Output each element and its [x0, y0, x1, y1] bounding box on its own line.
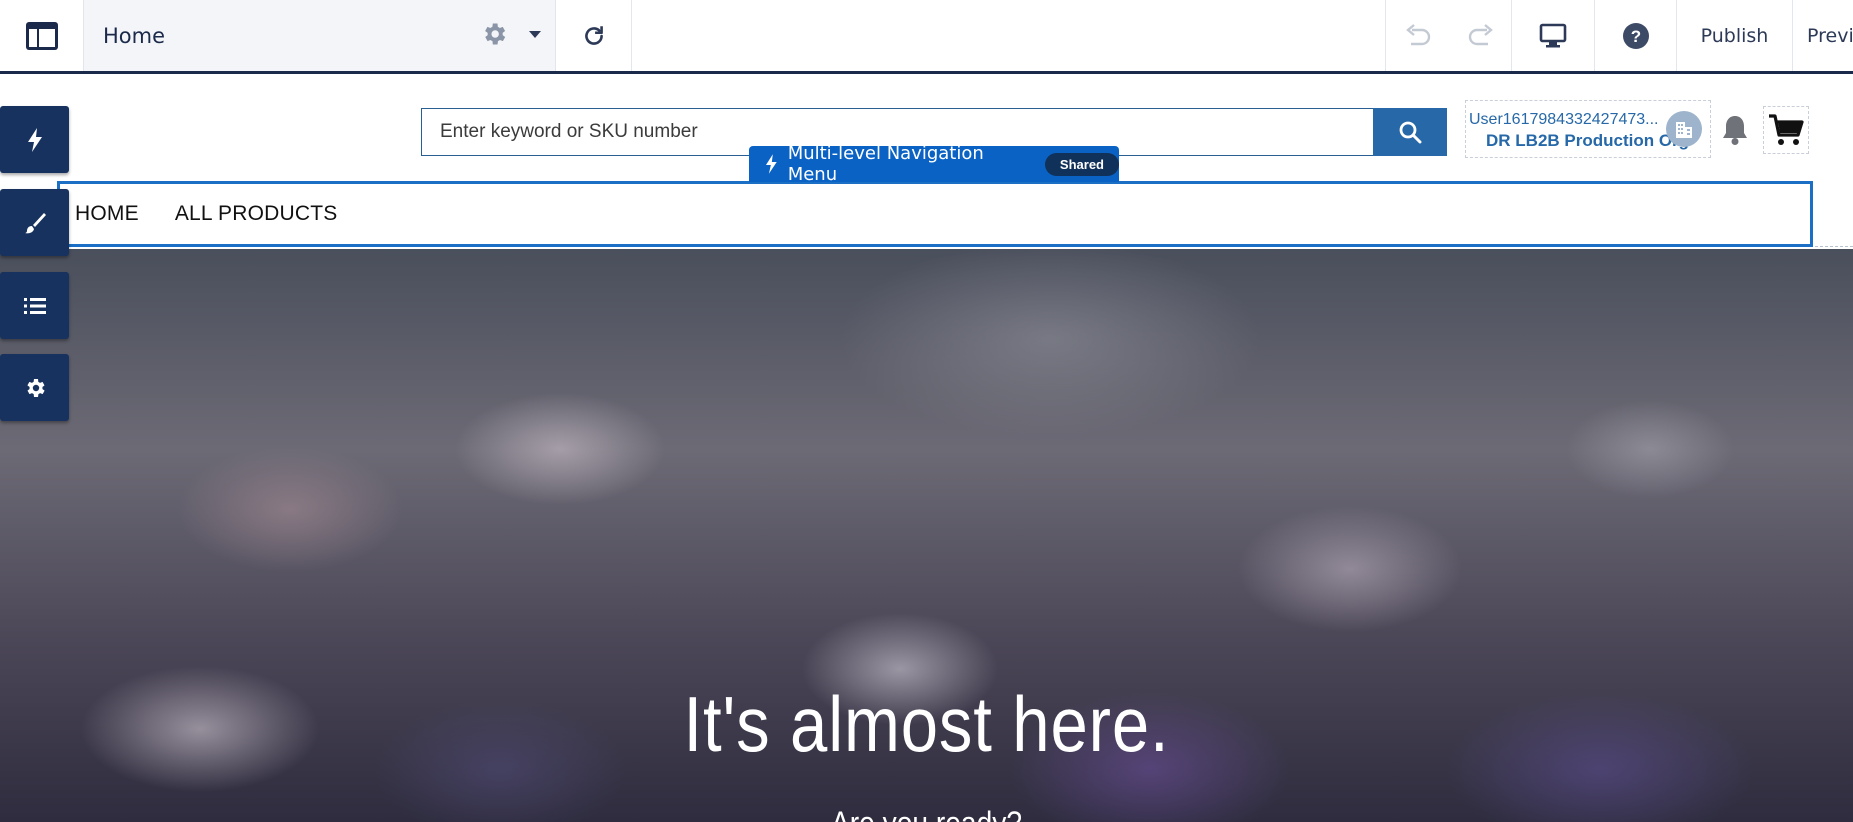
selected-component-tag[interactable]: Multi-level Navigation Menu Shared — [749, 143, 1119, 185]
lightning-icon — [765, 154, 777, 174]
layout-icon — [25, 21, 58, 50]
page-name: Home — [103, 23, 166, 48]
components-panel-button[interactable] — [0, 106, 69, 173]
shared-badge: Shared — [1044, 152, 1119, 176]
toolbar-spacer — [632, 0, 1386, 71]
component-name: Multi-level Navigation Menu — [787, 143, 984, 185]
list-icon — [23, 297, 46, 314]
brush-icon — [24, 212, 46, 233]
help-button[interactable]: ? — [1595, 0, 1677, 71]
org-avatar — [1666, 111, 1702, 147]
account-switcher[interactable]: User1617984332427473... DR LB2B Producti… — [1465, 100, 1711, 158]
hero-subtitle: Are you ready? — [111, 805, 1742, 822]
hero-banner[interactable]: It's almost here. Are you ready? — [0, 249, 1853, 822]
help-icon: ? — [1622, 22, 1649, 49]
search-icon — [1399, 121, 1422, 144]
publish-button[interactable]: Publish — [1677, 0, 1793, 71]
lightning-icon — [27, 127, 42, 152]
layout-toggle-button[interactable] — [0, 0, 84, 71]
settings-panel-button[interactable] — [0, 354, 69, 421]
search-button[interactable] — [1373, 108, 1447, 156]
nav-item-home[interactable]: HOME — [75, 202, 139, 226]
hero-title: It's almost here. — [683, 680, 1170, 768]
user-name: User1617984332427473... — [1469, 111, 1659, 128]
undo-icon — [1406, 23, 1431, 45]
builder-toolbar: Home ? Publish Previ — [0, 0, 1853, 74]
multi-level-navigation-menu[interactable]: HOME ALL PRODUCTS — [57, 181, 1813, 247]
nav-item-all-products[interactable]: ALL PRODUCTS — [175, 202, 338, 226]
refresh-icon — [584, 25, 603, 45]
redo-icon — [1468, 23, 1493, 45]
page-structure-button[interactable] — [0, 272, 69, 339]
page-selector[interactable]: Home — [84, 0, 556, 71]
page-settings-icon[interactable] — [480, 20, 508, 48]
cart-button[interactable] — [1763, 106, 1809, 154]
chevron-down-icon[interactable] — [528, 30, 542, 40]
component-boundary — [1815, 246, 1853, 247]
org-name: DR LB2B Production Org — [1486, 131, 1690, 150]
refresh-button[interactable] — [556, 0, 632, 71]
device-preview-button[interactable] — [1512, 0, 1595, 71]
cart-icon — [1769, 114, 1804, 145]
gear-icon — [26, 378, 45, 397]
building-icon — [1676, 122, 1692, 138]
notifications-bell-icon[interactable] — [1720, 114, 1750, 146]
desktop-icon — [1539, 23, 1567, 47]
theme-panel-button[interactable] — [0, 189, 69, 256]
undo-button[interactable] — [1386, 0, 1450, 71]
svg-text:?: ? — [1630, 27, 1640, 46]
redo-button[interactable] — [1450, 0, 1512, 71]
preview-button[interactable]: Previ — [1793, 0, 1853, 71]
